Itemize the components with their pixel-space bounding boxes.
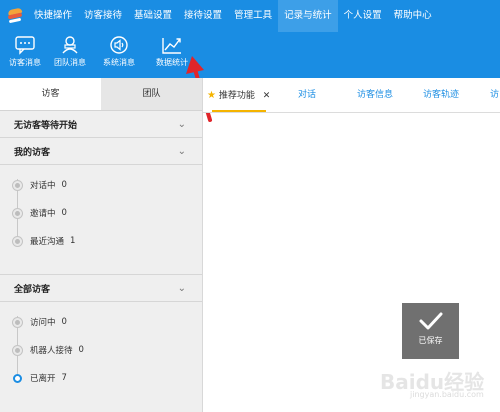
- list-item-recent[interactable]: 最近沟通 1: [0, 227, 202, 255]
- menu-item-quick-actions[interactable]: 快捷操作: [28, 0, 78, 32]
- list-item-left[interactable]: 已离开 7: [0, 364, 202, 392]
- section-my-visitors-title: 我的访客: [14, 147, 51, 158]
- list-item-visiting[interactable]: 访问中 0: [0, 308, 202, 336]
- status-dot-icon: [13, 374, 22, 383]
- team-messages-label: 团队消息: [54, 58, 86, 67]
- tab-more[interactable]: 访: [490, 78, 499, 113]
- menu-item-management-tools[interactable]: 管理工具: [228, 0, 278, 32]
- status-dot-icon: [13, 209, 22, 218]
- menu-item-basic-settings[interactable]: 基础设置: [128, 0, 178, 32]
- tab-team[interactable]: 团队: [101, 78, 202, 110]
- system-messages-label: 系统消息: [103, 58, 135, 67]
- data-statistics-button[interactable]: 数据统计: [148, 35, 196, 68]
- active-tab-indicator: [212, 110, 266, 112]
- list-item-robot[interactable]: 机器人接待 0: [0, 336, 202, 364]
- tab-visitors[interactable]: 访客: [0, 78, 101, 110]
- visitor-messages-label: 访客消息: [9, 58, 41, 67]
- speaker-icon: [110, 36, 128, 54]
- chevron-down-icon: ⌄: [177, 145, 186, 157]
- menu-item-records-statistics[interactable]: 记录与统计: [278, 0, 338, 32]
- chevron-down-icon: ⌄: [177, 282, 186, 294]
- list-item-label: 机器人接待: [30, 346, 73, 356]
- list-item-count: 0: [61, 317, 67, 327]
- section-all-visitors-title: 全部访客: [14, 284, 51, 295]
- chevron-down-icon: ⌄: [177, 118, 186, 130]
- list-item-inviting[interactable]: 邀请中 0: [0, 199, 202, 227]
- star-icon: ★: [207, 90, 216, 101]
- menu-item-reception-settings[interactable]: 接待设置: [178, 0, 228, 32]
- toolbar: 访客消息 团队消息 系统消息 数据统计: [0, 32, 500, 78]
- list-item-chatting[interactable]: 对话中 0: [0, 171, 202, 199]
- status-dot-icon: [13, 237, 22, 246]
- section-my-visitors[interactable]: 我的访客 ⌄: [0, 138, 202, 165]
- top-nav-bar: 快捷操作 访客接待 基础设置 接待设置 管理工具 记录与统计 个人设置 帮助中心: [0, 0, 500, 32]
- menu-item-visitor-reception[interactable]: 访客接待: [78, 0, 128, 32]
- data-statistics-label: 数据统计: [156, 58, 188, 67]
- team-icon: [62, 36, 78, 54]
- list-item-label: 访问中: [30, 318, 56, 328]
- watermark-url: jingyan.baidu.com: [410, 390, 484, 399]
- list-item-count: 7: [61, 373, 67, 383]
- watermark: Baidu经验 jingyan.baidu.com: [380, 366, 500, 412]
- status-dot-icon: [13, 346, 22, 355]
- list-item-label: 对话中: [30, 181, 56, 191]
- section-waiting[interactable]: 无访客等待开始 ⌄: [0, 111, 202, 138]
- visitor-messages-button[interactable]: 访客消息: [1, 35, 49, 68]
- section-all-visitors[interactable]: 全部访客 ⌄: [0, 275, 202, 302]
- tab-recommended[interactable]: ★ 推荐功能 ✕: [207, 78, 270, 114]
- tab-visitor-info[interactable]: 访客信息: [357, 78, 393, 113]
- list-item-label: 最近沟通: [30, 237, 65, 247]
- list-item-label: 邀请中: [30, 209, 56, 219]
- list-item-count: 0: [78, 345, 84, 355]
- menu-item-personal-settings[interactable]: 个人设置: [338, 0, 388, 32]
- status-dot-icon: [13, 181, 22, 190]
- trend-chart-icon: [162, 38, 181, 54]
- all-visitors-list: 访问中 0 机器人接待 0 已离开 7: [0, 302, 202, 396]
- menu-item-help-center[interactable]: 帮助中心: [388, 0, 438, 32]
- saved-toast-text: 已保存: [418, 336, 443, 345]
- system-messages-button[interactable]: 系统消息: [95, 35, 143, 68]
- tab-recommended-label: 推荐功能: [218, 91, 255, 101]
- app-logo[interactable]: [0, 0, 28, 32]
- close-icon[interactable]: ✕: [263, 91, 271, 101]
- main-menu: 快捷操作 访客接待 基础设置 接待设置 管理工具 记录与统计 个人设置 帮助中心: [28, 0, 438, 32]
- checkmark-icon: [419, 312, 442, 330]
- status-dot-icon: [13, 318, 22, 327]
- list-item-count: 1: [70, 236, 76, 246]
- visitor-panel: 访客 团队 无访客等待开始 ⌄ 我的访客 ⌄ 对话中 0 邀请中 0 最近沟通 …: [0, 78, 203, 412]
- section-waiting-title: 无访客等待开始: [14, 120, 78, 131]
- list-item-label: 已离开: [30, 374, 56, 384]
- detail-tabs: ★ 推荐功能 ✕ 对话 访客信息 访客轨迹 访: [203, 78, 500, 113]
- tab-visitor-track[interactable]: 访客轨迹: [423, 78, 459, 113]
- team-messages-button[interactable]: 团队消息: [46, 35, 94, 68]
- chat-bubble-icon: [15, 36, 35, 55]
- list-item-count: 0: [61, 208, 67, 218]
- saved-toast: 已保存: [402, 303, 459, 359]
- watermark-text: Baidu经验: [380, 370, 485, 394]
- my-visitors-list: 对话中 0 邀请中 0 最近沟通 1: [0, 165, 202, 259]
- tab-conversation[interactable]: 对话: [298, 78, 316, 113]
- visitor-panel-tabs: 访客 团队: [0, 78, 202, 111]
- list-item-count: 0: [61, 180, 67, 190]
